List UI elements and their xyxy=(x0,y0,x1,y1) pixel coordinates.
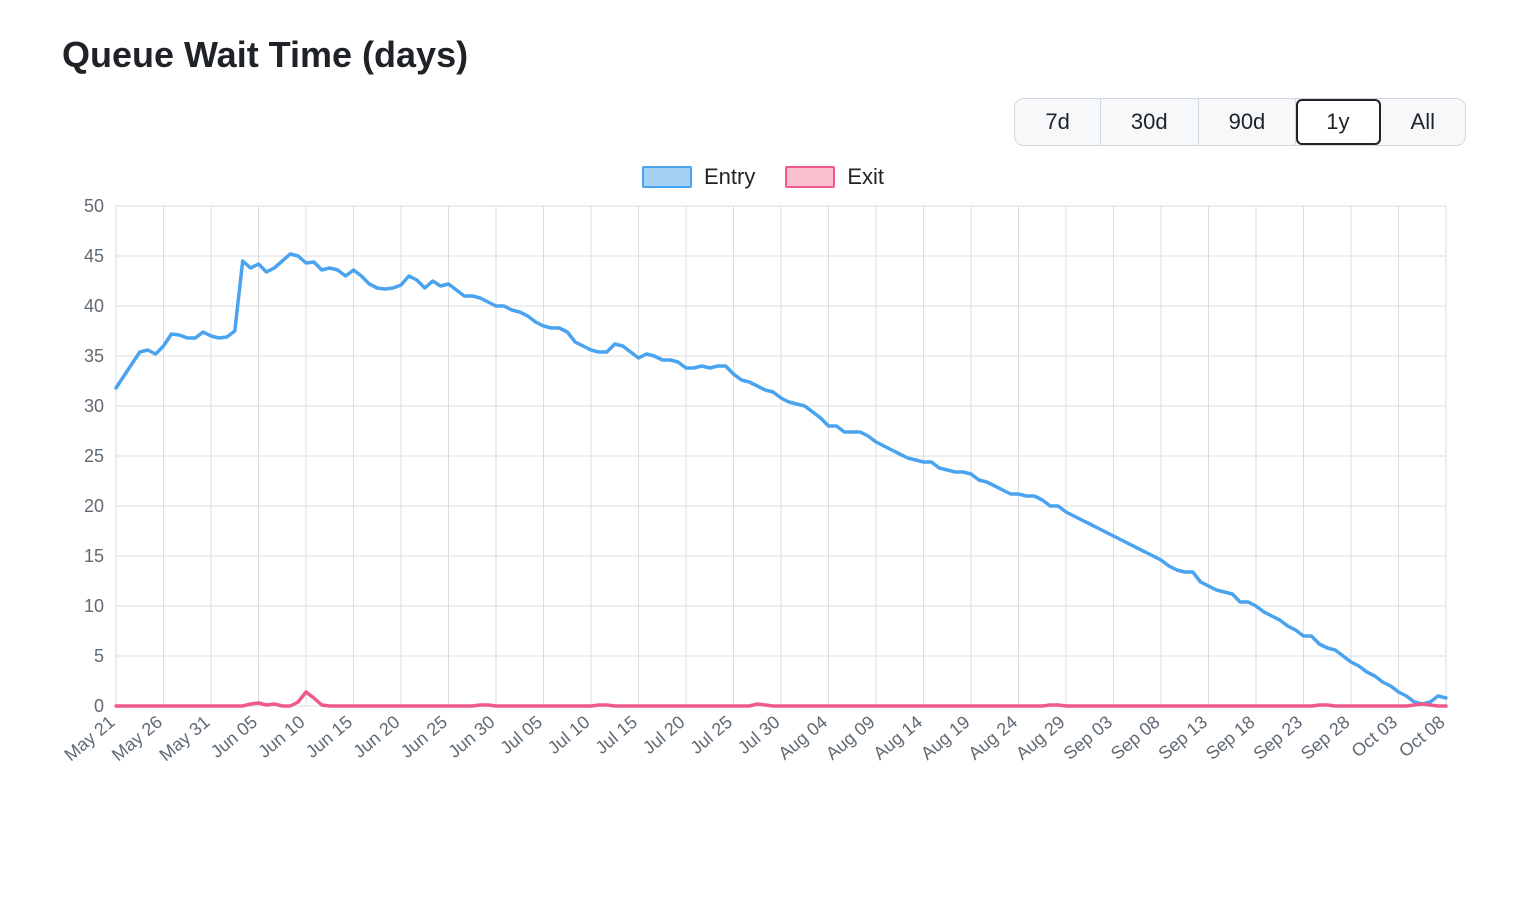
range-button-90d[interactable]: 90d xyxy=(1199,99,1297,145)
svg-text:20: 20 xyxy=(84,496,104,516)
svg-text:Sep 28: Sep 28 xyxy=(1297,712,1354,764)
svg-text:Sep 08: Sep 08 xyxy=(1107,712,1164,764)
svg-text:Jun 10: Jun 10 xyxy=(254,712,308,762)
legend-item-exit[interactable]: Exit xyxy=(785,164,884,190)
svg-text:Sep 23: Sep 23 xyxy=(1250,712,1307,764)
legend-label-entry: Entry xyxy=(704,164,755,190)
svg-text:May 21: May 21 xyxy=(60,712,118,765)
svg-text:Jun 15: Jun 15 xyxy=(302,712,356,762)
svg-text:Aug 24: Aug 24 xyxy=(965,712,1022,764)
svg-text:10: 10 xyxy=(84,596,104,616)
svg-text:Sep 13: Sep 13 xyxy=(1155,712,1212,764)
svg-text:May 31: May 31 xyxy=(155,712,213,765)
svg-text:25: 25 xyxy=(84,446,104,466)
svg-text:Oct 03: Oct 03 xyxy=(1348,712,1401,761)
svg-text:Sep 03: Sep 03 xyxy=(1060,712,1117,764)
range-button-1y[interactable]: 1y xyxy=(1296,99,1380,145)
svg-text:Jul 20: Jul 20 xyxy=(639,712,689,758)
svg-text:Aug 19: Aug 19 xyxy=(917,712,974,764)
svg-text:Aug 29: Aug 29 xyxy=(1012,712,1069,764)
svg-text:15: 15 xyxy=(84,546,104,566)
range-button-7d[interactable]: 7d xyxy=(1015,99,1100,145)
legend: Entry Exit xyxy=(60,164,1466,190)
svg-text:45: 45 xyxy=(84,246,104,266)
legend-swatch-entry xyxy=(642,166,692,188)
chart-svg: 05101520253035404550May 21May 26May 31Ju… xyxy=(60,196,1466,816)
svg-text:Jul 10: Jul 10 xyxy=(544,712,594,758)
range-button-30d[interactable]: 30d xyxy=(1101,99,1199,145)
svg-text:40: 40 xyxy=(84,296,104,316)
legend-label-exit: Exit xyxy=(847,164,884,190)
svg-text:Jun 05: Jun 05 xyxy=(207,712,261,762)
svg-text:Jul 05: Jul 05 xyxy=(496,712,546,758)
range-selector-row: 7d30d90d1yAll xyxy=(60,98,1466,146)
svg-text:Jun 25: Jun 25 xyxy=(397,712,451,762)
svg-text:Aug 14: Aug 14 xyxy=(870,712,927,764)
svg-text:Aug 04: Aug 04 xyxy=(775,712,832,764)
svg-text:0: 0 xyxy=(94,696,104,716)
svg-text:Jun 30: Jun 30 xyxy=(444,712,498,762)
svg-text:Jul 25: Jul 25 xyxy=(686,712,736,758)
svg-text:30: 30 xyxy=(84,396,104,416)
range-selector: 7d30d90d1yAll xyxy=(1014,98,1466,146)
svg-text:Aug 09: Aug 09 xyxy=(822,712,879,764)
svg-text:Jun 20: Jun 20 xyxy=(349,712,403,762)
chart-area: 05101520253035404550May 21May 26May 31Ju… xyxy=(60,196,1466,816)
legend-swatch-exit xyxy=(785,166,835,188)
svg-text:Sep 18: Sep 18 xyxy=(1202,712,1259,764)
svg-text:50: 50 xyxy=(84,196,104,216)
svg-text:5: 5 xyxy=(94,646,104,666)
svg-text:May 26: May 26 xyxy=(108,712,166,765)
svg-text:Jul 15: Jul 15 xyxy=(591,712,641,758)
chart-title: Queue Wait Time (days) xyxy=(62,34,1466,76)
range-button-all[interactable]: All xyxy=(1381,99,1465,145)
svg-text:35: 35 xyxy=(84,346,104,366)
svg-text:Oct 08: Oct 08 xyxy=(1395,712,1448,761)
legend-item-entry[interactable]: Entry xyxy=(642,164,755,190)
